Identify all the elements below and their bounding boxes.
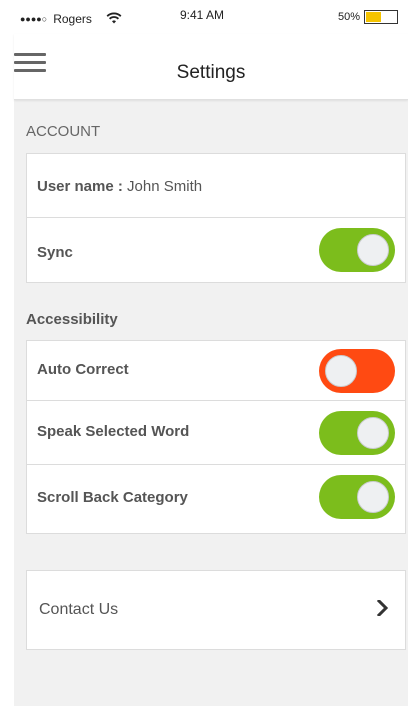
username-value: John Smith: [127, 178, 203, 195]
speak-selected-word-label: Speak Selected Word: [37, 423, 190, 440]
accessibility-card: Auto Correct Speak Selected Word Scroll …: [26, 340, 406, 534]
status-right: 50%: [338, 10, 398, 24]
toggle-knob: [357, 481, 389, 513]
page-title: Settings: [176, 62, 246, 83]
speak-selected-word-row: Speak Selected Word: [27, 401, 405, 465]
toggle-knob: [357, 417, 389, 449]
account-section-label: ACCOUNT: [26, 123, 101, 140]
battery-fill: [366, 12, 381, 22]
sync-toggle[interactable]: [319, 228, 395, 272]
sync-row: Sync: [27, 218, 405, 282]
battery-icon: [364, 10, 398, 24]
toggle-knob: [357, 234, 389, 266]
contact-us-label: Contact Us: [39, 601, 119, 618]
username-row: User name : John Smith: [27, 154, 405, 218]
settings-screen: Settings ACCOUNT User name : John Smith …: [14, 34, 408, 706]
speak-selected-word-toggle[interactable]: [319, 411, 395, 455]
scroll-back-category-toggle[interactable]: [319, 475, 395, 519]
auto-correct-toggle[interactable]: [319, 349, 395, 393]
navigation-bar: Settings: [14, 34, 408, 100]
auto-correct-label: Auto Correct: [37, 361, 129, 378]
username-text: User name : John Smith: [37, 178, 202, 195]
status-bar: ●●●●○ Rogers 9:41 AM 50%: [0, 0, 408, 34]
scroll-back-category-label: Scroll Back Category: [37, 489, 188, 506]
battery-percent: 50%: [337, 11, 360, 23]
chevron-right-icon: [377, 600, 389, 616]
auto-correct-row: Auto Correct: [27, 341, 405, 401]
username-label: User name :: [37, 178, 123, 195]
accessibility-section-label: Accessibility: [26, 311, 118, 328]
scroll-back-category-row: Scroll Back Category: [27, 465, 405, 533]
contact-us-row[interactable]: Contact Us: [26, 570, 406, 650]
toggle-knob: [325, 355, 357, 387]
account-card: User name : John Smith Sync: [26, 153, 406, 283]
sync-label: Sync: [37, 244, 73, 261]
